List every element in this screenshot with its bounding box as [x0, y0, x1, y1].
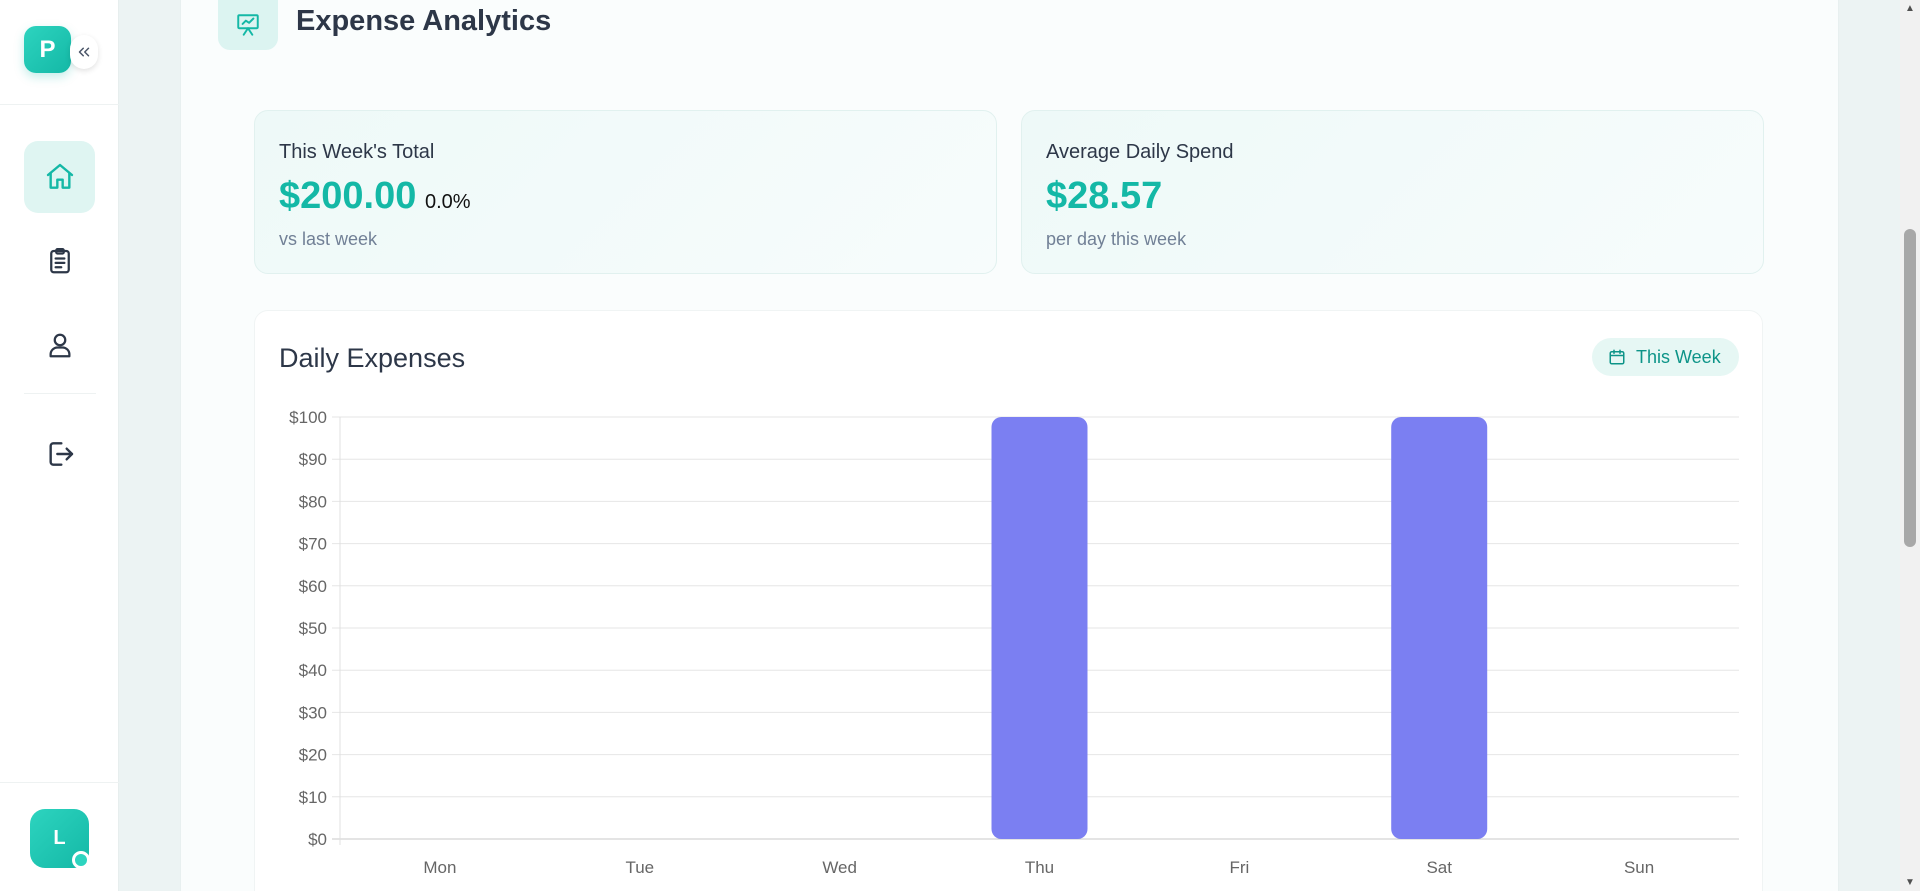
page-title: Expense Analytics	[296, 5, 552, 37]
sidebar: P L	[0, 0, 119, 891]
y-tick-label: $90	[299, 450, 327, 469]
online-status-dot	[72, 851, 90, 869]
week-total-subtext: vs last week	[279, 229, 378, 249]
collapse-sidebar-button[interactable]	[70, 35, 98, 69]
bar-thu	[991, 417, 1088, 839]
x-tick-label: Thu	[1025, 858, 1054, 877]
scrollbar-thumb[interactable]	[1904, 229, 1916, 547]
y-tick-label: $70	[299, 535, 327, 554]
y-tick-label: $20	[299, 746, 327, 765]
y-tick-label: $80	[299, 492, 327, 511]
nav-item-home[interactable]	[24, 141, 95, 213]
nav-item-logout[interactable]	[24, 418, 95, 490]
sidebar-divider	[24, 393, 96, 394]
y-tick-label: $30	[299, 703, 327, 722]
y-tick-label: $100	[289, 408, 327, 427]
home-icon	[46, 163, 73, 189]
x-tick-label: Tue	[625, 858, 654, 877]
app-logo[interactable]: P	[24, 26, 71, 73]
daily-average-value: $28.57	[1046, 175, 1163, 217]
user-icon	[49, 333, 70, 358]
y-tick-label: $60	[299, 577, 327, 596]
bar-sat	[1391, 417, 1488, 839]
x-tick-label: Wed	[822, 858, 857, 877]
presentation-chart-icon	[237, 14, 259, 36]
header-icon-badge	[218, 0, 278, 50]
x-tick-label: Sun	[1624, 858, 1654, 877]
daily-average-label: Average Daily Spend	[1046, 141, 1234, 163]
y-tick-label: $50	[299, 619, 327, 638]
y-tick-label: $0	[308, 830, 327, 849]
bar-chart: $0 $10 $20 $30 $40 $50 $60 $70 $80 $90 $100 Mon Tue W…	[289, 408, 1739, 877]
x-tick-label: Fri	[1229, 858, 1249, 877]
scroll-up-arrow[interactable]: ▲	[1900, 0, 1920, 17]
clipboard-icon	[49, 248, 70, 274]
daily-average-subtext: per day this week	[1046, 229, 1187, 249]
y-tick-label: $10	[299, 788, 327, 807]
week-total-value: $200.00	[279, 175, 417, 217]
week-total-card: This Week's Total $200.00 0.0% vs last w…	[254, 110, 997, 274]
sidebar-divider	[0, 104, 119, 105]
daily-average-card: Average Daily Spend $28.57 per day this …	[1021, 110, 1764, 274]
x-tick-label: Mon	[423, 858, 456, 877]
y-tick-label: $40	[299, 661, 327, 680]
nav-item-expenses[interactable]	[24, 225, 95, 297]
logout-icon	[48, 442, 73, 466]
chevrons-left-icon	[78, 47, 90, 57]
x-tick-label: Sat	[1426, 858, 1452, 877]
week-change-percent: 0.0%	[425, 191, 471, 213]
sidebar-divider	[0, 782, 119, 783]
week-total-label: This Week's Total	[279, 141, 435, 163]
daily-expenses-card: Daily Expenses This Week $0 $10 $20 $30 $40 $…	[254, 310, 1763, 891]
nav-item-profile[interactable]	[24, 309, 95, 381]
page-scrollbar[interactable]: ▲ ▼	[1900, 0, 1920, 891]
scroll-down-arrow[interactable]: ▼	[1900, 874, 1920, 891]
